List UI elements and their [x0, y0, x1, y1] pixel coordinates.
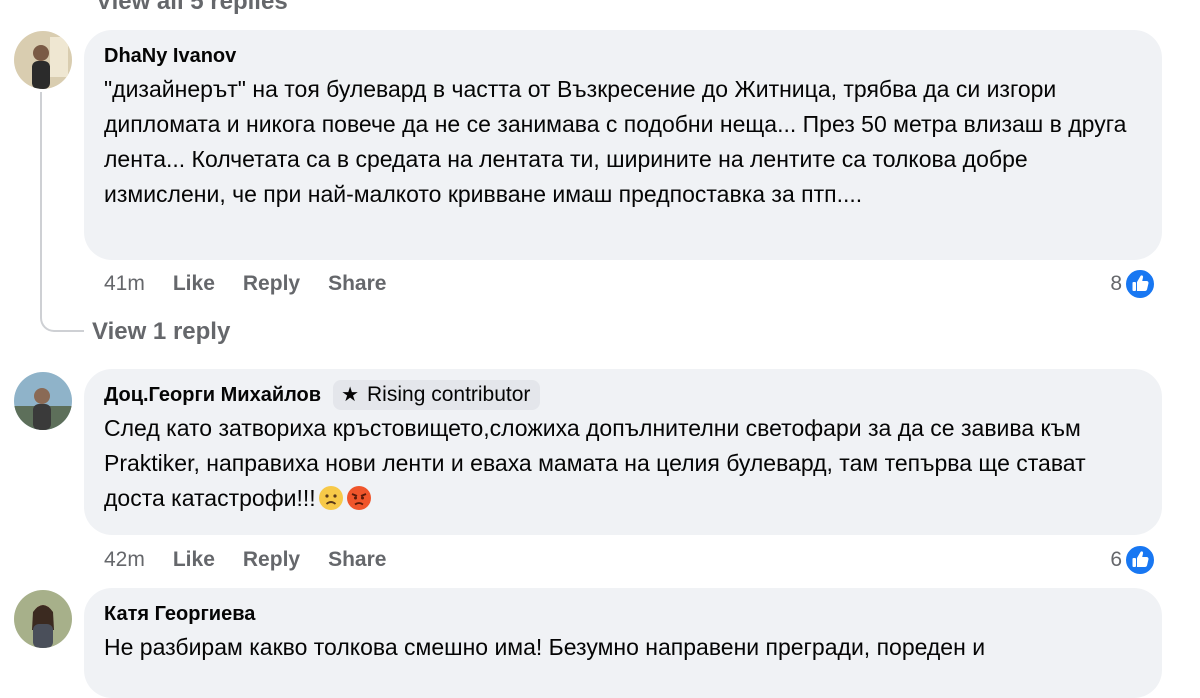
comment-text: Не разбирам какво толкова смешно има! Бе… [104, 634, 986, 660]
star-icon: ★ [341, 384, 360, 406]
like-button[interactable]: Like [173, 548, 215, 572]
view-reply-link[interactable]: View 1 reply [92, 318, 230, 346]
reply-button[interactable]: Reply [243, 548, 300, 572]
like-reaction-icon [1124, 268, 1156, 300]
reply-thread-line [40, 92, 84, 332]
comment-text-content: След като затвориха кръстовището,сложиха… [104, 415, 1086, 511]
reaction-summary[interactable]: 6 [1110, 544, 1156, 576]
view-all-replies-link[interactable]: View all 5 replies [96, 0, 288, 16]
reaction-count: 8 [1110, 272, 1122, 295]
like-reaction-icon [1124, 544, 1156, 576]
avatar[interactable] [14, 31, 72, 89]
comment-actions: 41m Like Reply Share [104, 269, 414, 299]
like-button[interactable]: Like [173, 272, 215, 296]
reply-button[interactable]: Reply [243, 272, 300, 296]
comment-author[interactable]: Доц.Георги Михайлов [104, 384, 321, 407]
comment-bubble: DhaNy Ivanov "дизайнерът" на тоя булевар… [84, 30, 1162, 260]
frowning-face-emoji-icon [318, 486, 343, 510]
comment-bubble: Катя Георгиева Не разбирам какво толкова… [84, 588, 1162, 698]
comment-actions: 42m Like Reply Share [104, 545, 414, 575]
reaction-summary[interactable]: 8 [1110, 268, 1156, 300]
comment-timestamp[interactable]: 41m [104, 272, 145, 296]
comment-text: След като затвориха кръстовището,сложиха… [104, 411, 1142, 516]
comment-text: "дизайнерът" на тоя булевард в частта от… [104, 76, 1127, 207]
share-button[interactable]: Share [328, 548, 386, 572]
badge-label: Rising contributor [367, 383, 531, 406]
share-button[interactable]: Share [328, 272, 386, 296]
avatar[interactable] [14, 372, 72, 430]
comment-timestamp[interactable]: 42m [104, 548, 145, 572]
avatar[interactable] [14, 590, 72, 648]
comment-author[interactable]: DhaNy Ivanov [104, 45, 236, 68]
comment-bubble: Доц.Георги Михайлов ★ Rising contributor… [84, 369, 1162, 535]
reaction-count: 6 [1110, 548, 1122, 571]
contributor-badge[interactable]: ★ Rising contributor [333, 380, 541, 410]
angry-face-emoji-icon [346, 486, 371, 510]
comment-author[interactable]: Катя Георгиева [104, 603, 255, 626]
